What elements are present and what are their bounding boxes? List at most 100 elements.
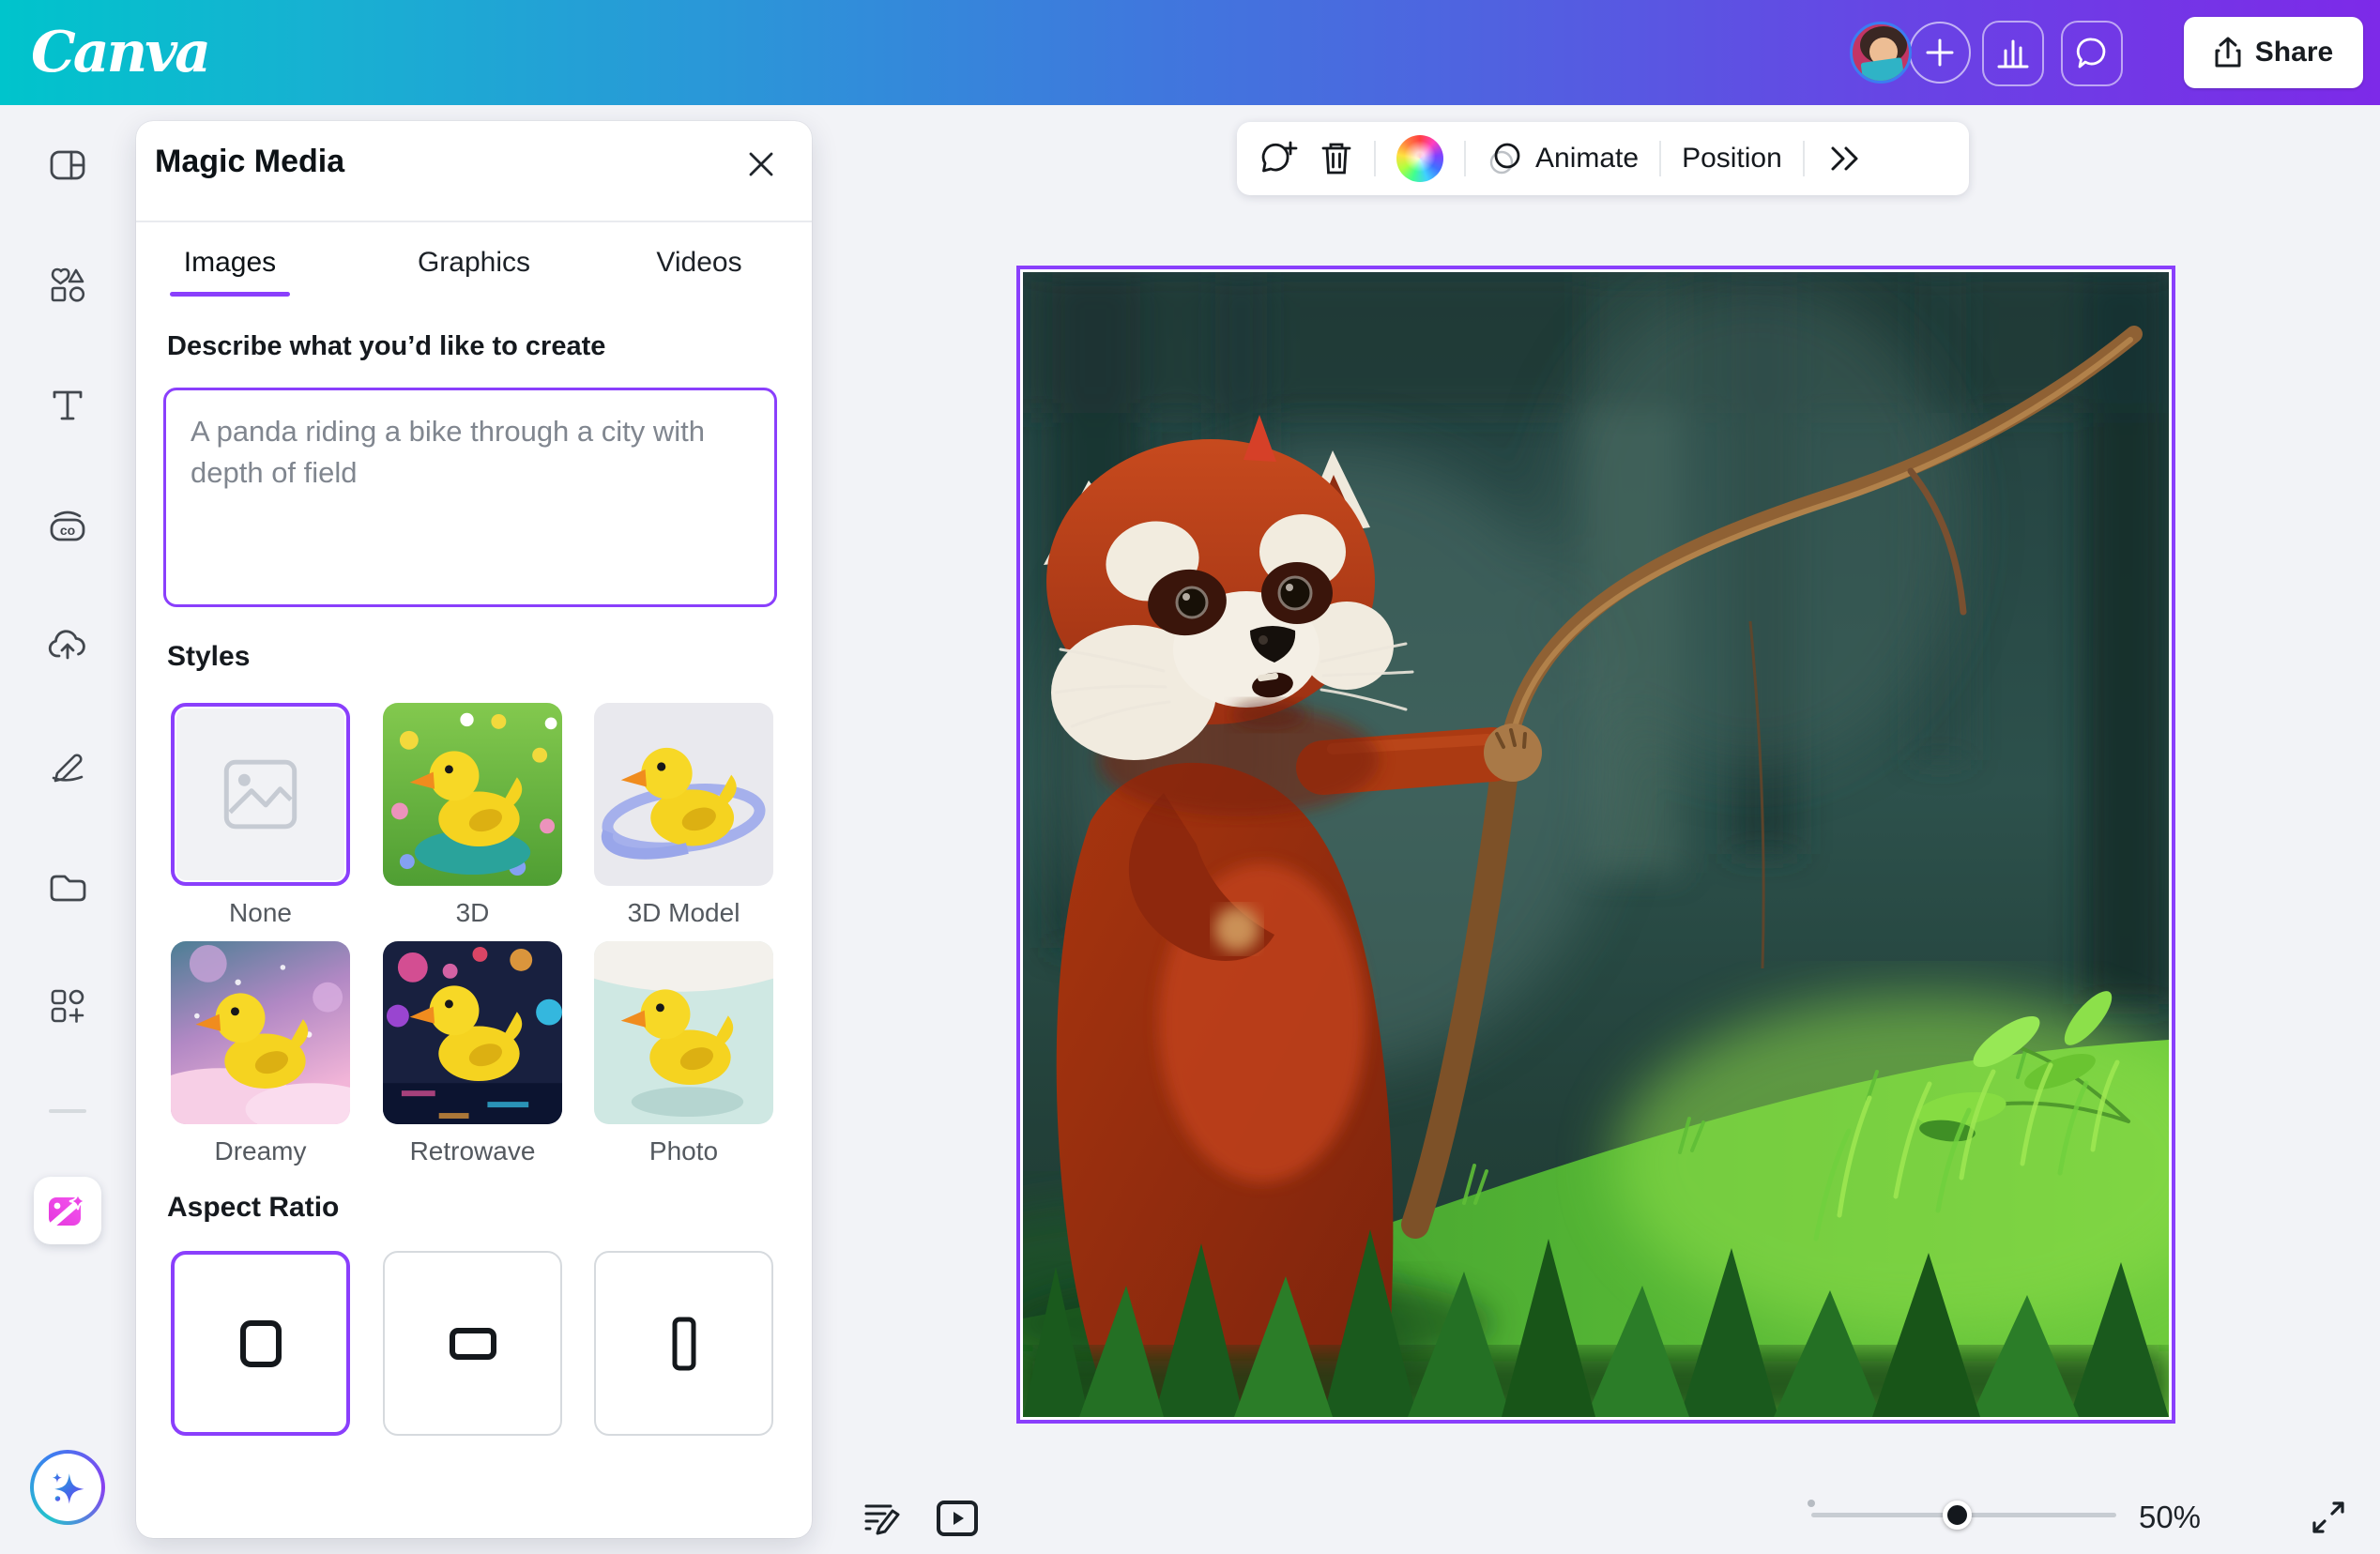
tab-videos[interactable]: Videos [633,241,765,284]
style-label: 3D [383,898,562,928]
canva-logo[interactable]: Canva [31,17,208,88]
insights-button[interactable] [1982,21,2044,86]
magic-media-panel: Magic Media Images Graphics Videos Descr… [136,121,812,1538]
position-label: Position [1682,143,1782,175]
zoom-slider-min-dot [1808,1500,1815,1507]
sidebar-item-brand[interactable]: co [41,499,94,552]
app-window: Canva Share [0,0,2380,1554]
landscape-ratio-icon [450,1328,496,1360]
active-tab-underline [170,292,290,297]
aspect-option-square[interactable] [171,1251,350,1436]
notes-button[interactable] [862,1498,903,1539]
animate-button[interactable]: Animate [1487,140,1639,177]
double-chevron-right-icon [1825,143,1863,175]
aspect-option-landscape[interactable] [383,1251,562,1436]
generated-image-art [1023,272,2169,1417]
style-option-dreamy[interactable] [171,941,350,1124]
object-toolbar: Animate Position [1237,122,1969,195]
aspect-option-portrait[interactable] [594,1251,773,1436]
style-option-none[interactable] [171,703,350,886]
animate-label: Animate [1535,143,1639,175]
apps-grid-icon [49,987,86,1025]
toolbar-divider [1464,141,1466,176]
bar-chart-icon [1996,38,2030,69]
color-picker-button[interactable] [1396,135,1443,182]
toolbar-divider [1659,141,1661,176]
panel-title: Magic Media [155,144,344,180]
magic-media-icon [47,1192,88,1229]
share-button[interactable]: Share [2184,17,2363,88]
comment-add-icon [1259,140,1299,177]
style-label: None [171,898,350,928]
square-ratio-icon [239,1319,282,1368]
add-member-button[interactable] [1909,22,1971,84]
style-thumb-photo [594,941,773,1124]
top-bar: Canva Share [0,0,2380,105]
more-tools-button[interactable] [1825,143,1863,175]
sidebar-item-uploads[interactable] [41,619,94,672]
trash-icon [1320,140,1353,177]
presentation-play-icon [936,1500,979,1537]
image-placeholder-icon [175,707,346,882]
position-button[interactable]: Position [1682,143,1782,175]
expand-arrows-icon [2309,1498,2348,1537]
sidebar-item-canva-ai[interactable] [30,1450,105,1525]
sidebar: co [0,105,136,1554]
ai-sparkle-icon [46,1466,89,1509]
toolbar-divider [1374,141,1376,176]
aspect-ratio-heading: Aspect Ratio [167,1192,339,1224]
folder-icon [48,870,87,902]
sidebar-item-design[interactable] [41,139,94,191]
add-comment-button[interactable] [1259,140,1299,177]
sidebar-item-magic-media-active[interactable] [34,1177,101,1244]
svg-text:co: co [60,523,75,538]
design-icon [49,148,86,182]
style-thumb-3d-model [594,703,773,886]
delete-button[interactable] [1320,140,1353,177]
brand-icon: co [48,508,87,543]
fullscreen-button[interactable] [2307,1496,2350,1539]
share-upload-icon [2214,37,2242,69]
text-icon [49,388,86,422]
sidebar-item-elements[interactable] [41,259,94,312]
comments-button[interactable] [2061,21,2123,86]
tab-graphics[interactable]: Graphics [399,241,549,284]
style-label: 3D Model [594,898,773,928]
share-label: Share [2255,37,2333,69]
sidebar-item-draw[interactable] [41,739,94,792]
zoom-level[interactable]: 50% [2123,1500,2217,1535]
sidebar-divider [49,1109,86,1113]
elements-icon [49,267,86,304]
style-label: Photo [594,1136,773,1166]
style-thumb-dreamy [171,941,350,1124]
panel-header-divider [136,221,812,222]
prompt-input[interactable] [163,388,777,607]
sidebar-item-apps[interactable] [41,980,94,1032]
speech-bubble-icon [2074,37,2110,70]
style-option-3d[interactable] [383,703,562,886]
uploads-cloud-icon [48,630,87,662]
plus-icon [1924,37,1956,69]
style-option-3d-model[interactable] [594,703,773,886]
avatar[interactable] [1850,22,1912,84]
canvas-image[interactable] [1016,266,2175,1424]
close-icon [746,149,776,179]
present-button[interactable] [935,1496,980,1541]
toolbar-divider [1803,141,1805,176]
sidebar-item-projects[interactable] [41,860,94,912]
style-thumb-3d [383,703,562,886]
sidebar-item-text[interactable] [41,379,94,432]
tab-images[interactable]: Images [164,241,296,284]
notes-icon [862,1500,902,1537]
portrait-ratio-icon [672,1317,696,1371]
style-label: Retrowave [383,1136,562,1166]
zoom-slider-knob[interactable] [1943,1501,1972,1530]
style-option-retrowave[interactable] [383,941,562,1124]
style-option-photo[interactable] [594,941,773,1124]
draw-pen-icon [48,749,87,783]
color-wheel-icon [1396,135,1443,182]
style-label: Dreamy [171,1136,350,1166]
animate-icon [1487,140,1524,177]
panel-close-button[interactable] [740,144,782,185]
describe-label: Describe what you’d like to create [167,331,605,362]
